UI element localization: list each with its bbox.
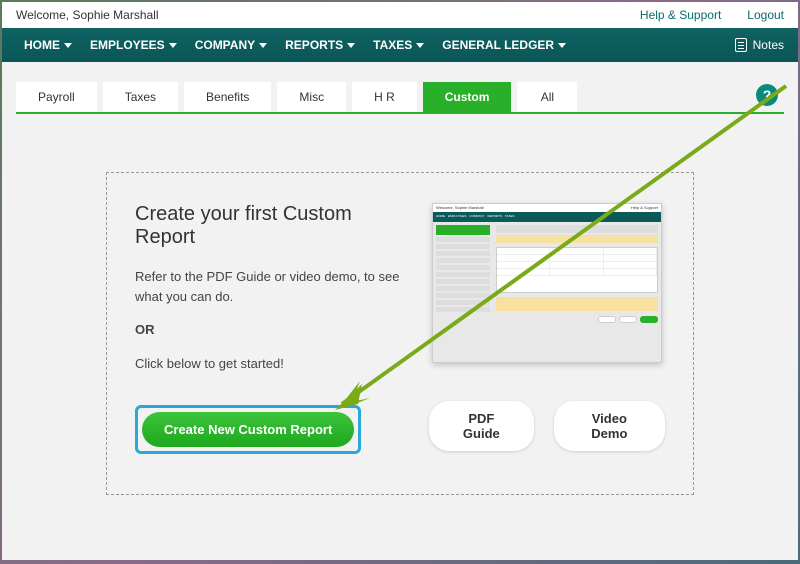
notes-button[interactable]: Notes: [735, 38, 784, 52]
tab-benefits[interactable]: Benefits: [184, 82, 271, 112]
tabs-row: Payroll Taxes Benefits Misc H R Custom A…: [16, 82, 784, 112]
panel-line2: Click below to get started!: [135, 354, 415, 374]
chevron-down-icon: [169, 43, 177, 48]
tab-payroll[interactable]: Payroll: [16, 82, 97, 112]
chevron-down-icon: [416, 43, 424, 48]
preview-screenshot: Welcome, Sophie MarshallHelp & Support H…: [432, 203, 662, 363]
report-tabs: Payroll Taxes Benefits Misc H R Custom A…: [16, 82, 577, 112]
tab-misc[interactable]: Misc: [277, 82, 346, 112]
nav-items: HOME EMPLOYEES COMPANY REPORTS TAXES GEN…: [16, 30, 574, 60]
top-bar-right: Help & Support Logout: [640, 8, 784, 22]
chevron-down-icon: [64, 43, 72, 48]
nav-taxes[interactable]: TAXES: [365, 30, 432, 60]
help-support-link[interactable]: Help & Support: [640, 8, 721, 22]
nav-reports[interactable]: REPORTS: [277, 30, 363, 60]
cta-highlight: Create New Custom Report: [135, 405, 361, 454]
app-window: Welcome, Sophie Marshall Help & Support …: [2, 2, 798, 560]
tab-taxes[interactable]: Taxes: [103, 82, 178, 112]
chevron-down-icon: [558, 43, 566, 48]
pdf-guide-button[interactable]: PDF Guide: [429, 401, 534, 451]
panel-right: Welcome, Sophie MarshallHelp & Support H…: [429, 203, 665, 454]
nav-general-ledger[interactable]: GENERAL LEDGER: [434, 30, 574, 60]
panel-heading: Create your first Custom Report: [135, 203, 415, 249]
notes-icon: [735, 38, 747, 52]
logout-link[interactable]: Logout: [747, 8, 784, 22]
panel-line1: Refer to the PDF Guide or video demo, to…: [135, 267, 415, 306]
help-icon[interactable]: ?: [756, 84, 778, 106]
panel-left: Create your first Custom Report Refer to…: [135, 203, 415, 454]
chevron-down-icon: [259, 43, 267, 48]
panel-or: OR: [135, 320, 415, 340]
secondary-buttons: PDF Guide Video Demo: [429, 401, 665, 451]
chevron-down-icon: [347, 43, 355, 48]
empty-state-panel: Create your first Custom Report Refer to…: [106, 172, 694, 495]
nav-employees[interactable]: EMPLOYEES: [82, 30, 185, 60]
tab-underline: [16, 112, 784, 114]
tab-hr[interactable]: H R: [352, 82, 417, 112]
content-area: Payroll Taxes Benefits Misc H R Custom A…: [2, 62, 798, 560]
main-nav: HOME EMPLOYEES COMPANY REPORTS TAXES GEN…: [2, 28, 798, 62]
tab-custom[interactable]: Custom: [423, 82, 512, 112]
nav-home[interactable]: HOME: [16, 30, 80, 60]
top-bar: Welcome, Sophie Marshall Help & Support …: [2, 2, 798, 28]
tab-all[interactable]: All: [517, 82, 577, 112]
welcome-text: Welcome, Sophie Marshall: [16, 8, 159, 22]
video-demo-button[interactable]: Video Demo: [554, 401, 665, 451]
create-custom-report-button[interactable]: Create New Custom Report: [142, 412, 354, 447]
nav-company[interactable]: COMPANY: [187, 30, 275, 60]
